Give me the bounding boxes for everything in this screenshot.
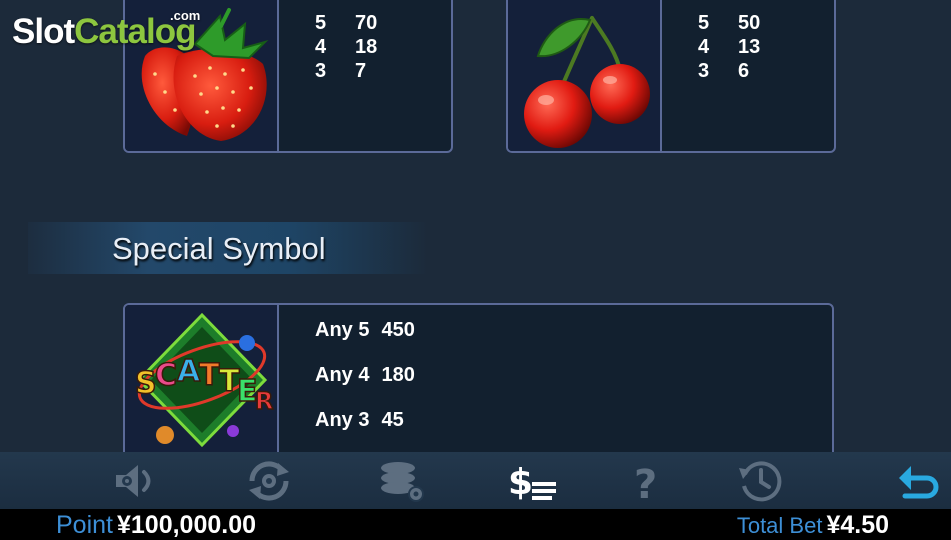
special-symbol-banner: Special Symbol — [28, 222, 428, 274]
paytable-row: 37 — [315, 59, 377, 83]
payout-value: 18 — [355, 36, 378, 58]
paytable-button[interactable]: $ — [508, 458, 558, 504]
autoplay-icon — [249, 461, 289, 501]
sound-icon — [116, 465, 151, 497]
payout-value: 50 — [738, 12, 761, 34]
cherry-paytable-panel: 5 50 4 13 36 — [506, 0, 836, 153]
paytable-icon: $ — [508, 462, 556, 502]
point-value: ¥100,000.00 — [116, 511, 257, 539]
match-count: 5 — [315, 12, 327, 34]
paytable-row: 4 18 — [315, 35, 377, 59]
match-count: Any 5 — [315, 319, 370, 341]
back-icon — [899, 466, 939, 499]
match-count: Any 3 — [315, 409, 370, 431]
scatter-symbol: S C A T T E R — [125, 305, 279, 471]
total-bet-display: Total Bet ¥4.50 — [737, 509, 889, 540]
bet-settings-button[interactable] — [378, 458, 428, 504]
paytable-row: 36 — [698, 59, 760, 83]
game-toolbar: $ ? — [0, 452, 951, 509]
point-label: Point — [56, 511, 113, 539]
paytable-row: 5 50 — [698, 11, 760, 35]
scatter-paytable-panel: S C A T T E R Any 5 450 Any 4 180 Any 3 45 — [123, 303, 834, 473]
match-count: 4 — [698, 36, 710, 58]
autoplay-button[interactable] — [244, 458, 294, 504]
scatter-icon: S C A T T E R — [134, 312, 274, 448]
sound-button[interactable] — [112, 458, 162, 504]
watermark-part1: Slot — [12, 12, 75, 51]
svg-text:S: S — [135, 366, 157, 401]
payout-value: 7 — [355, 60, 367, 82]
paytable-row: Any 4 180 — [315, 362, 415, 407]
svg-text:C: C — [155, 358, 177, 393]
payout-value: 450 — [381, 319, 415, 341]
slotcatalog-watermark: SlotCatalog .com — [12, 8, 200, 56]
payout-value: 13 — [738, 36, 761, 58]
status-bar: Point ¥100,000.00 Total Bet ¥4.50 — [0, 509, 951, 540]
total-bet-label: Total Bet — [736, 513, 823, 538]
svg-text:R: R — [255, 387, 273, 415]
payout-value: 70 — [355, 12, 378, 34]
match-count: 3 — [698, 60, 710, 82]
payout-value: 180 — [381, 364, 415, 386]
history-button[interactable] — [736, 458, 786, 504]
history-icon — [739, 461, 782, 502]
svg-text:?: ? — [634, 462, 657, 502]
svg-text:$: $ — [508, 462, 533, 502]
paytable-row: Any 3 45 — [315, 407, 415, 452]
strawberry-paytable: 5 70 4 18 37 — [315, 11, 377, 83]
bet-chips-icon — [381, 462, 424, 502]
payout-value: 45 — [381, 409, 404, 431]
cherry-icon — [524, 16, 650, 148]
point-display: Point ¥100,000.00 — [56, 509, 256, 540]
section-title: Special Symbol — [112, 231, 326, 266]
svg-text:A: A — [177, 354, 201, 389]
cherry-symbol — [508, 0, 662, 151]
match-count: 3 — [315, 60, 327, 82]
help-icon: ? — [634, 462, 657, 502]
watermark-domain: .com — [170, 8, 201, 23]
paytable-row: Any 5 450 — [315, 317, 415, 362]
cherry-paytable: 5 50 4 13 36 — [698, 11, 760, 83]
paytable-row: 5 70 — [315, 11, 377, 35]
scatter-paytable: Any 5 450 Any 4 180 Any 3 45 — [315, 317, 415, 452]
total-bet-value: ¥4.50 — [826, 511, 889, 539]
match-count: 4 — [315, 36, 327, 58]
match-count: Any 4 — [315, 364, 370, 386]
help-button[interactable]: ? — [622, 458, 672, 504]
payout-value: 6 — [738, 60, 750, 82]
back-button[interactable] — [895, 458, 945, 504]
svg-text:T: T — [199, 358, 220, 393]
paytable-row: 4 13 — [698, 35, 760, 59]
match-count: 5 — [698, 12, 710, 34]
